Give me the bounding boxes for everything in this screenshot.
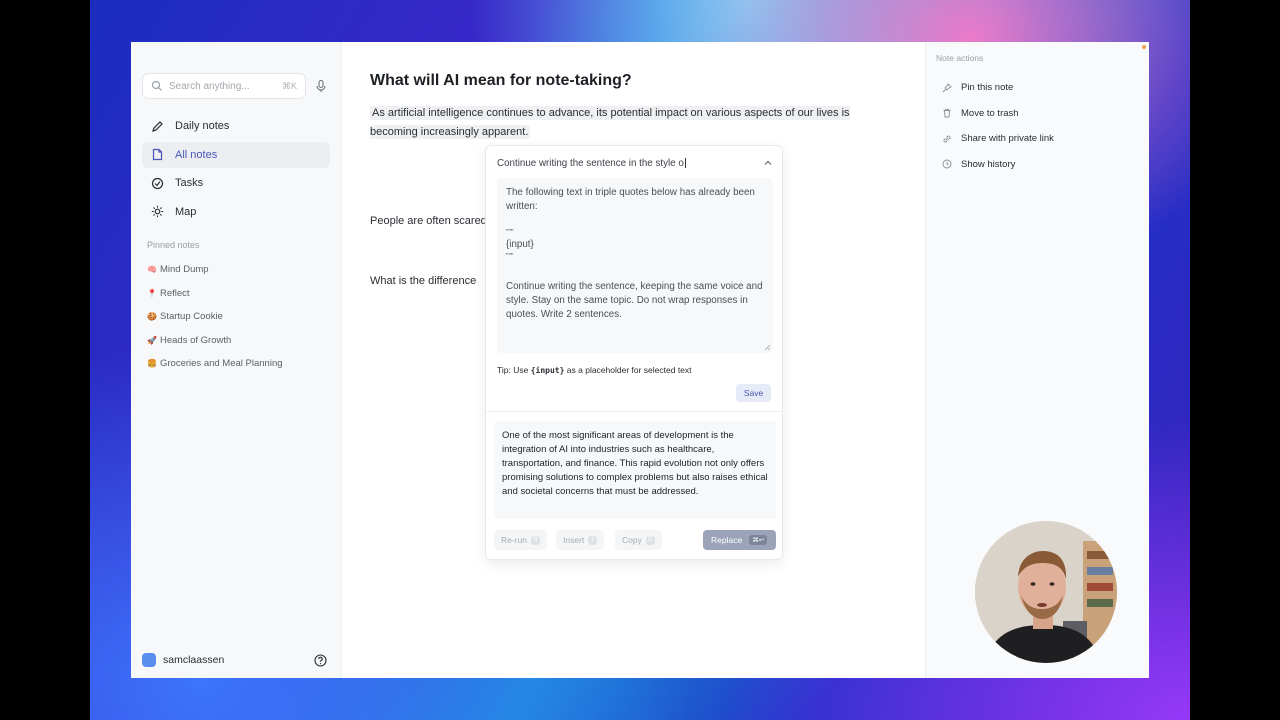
prompt-tip: Tip: Use {input} as a placeholder for se… — [497, 365, 692, 375]
tip-text: as a placeholder for selected text — [564, 365, 692, 375]
result-actions: Re-run R Insert I Copy C Replace ⌘↩ — [494, 530, 776, 550]
note-icon — [151, 148, 164, 161]
pinned-note-mind-dump[interactable]: 🧠 Mind Dump — [147, 258, 283, 282]
divider — [486, 411, 782, 412]
note-line[interactable]: People are often scared — [370, 215, 487, 227]
replace-button[interactable]: Replace ⌘↩ — [703, 530, 776, 550]
pinned-note-reflect[interactable]: 📍 Reflect — [147, 282, 283, 306]
action-label: Move to trash — [961, 107, 1019, 119]
sidebar-item-label: Map — [175, 205, 197, 218]
tip-text: Tip: Use — [497, 365, 531, 375]
action-label: Show history — [961, 158, 1016, 170]
search-icon — [151, 80, 162, 91]
pinned-note-startup-cookie[interactable]: 🍪 Startup Cookie — [147, 305, 283, 329]
copy-shortcut: C — [645, 535, 655, 545]
pencil-icon — [151, 120, 164, 133]
pin-icon — [942, 82, 952, 93]
sidebar-item-daily-notes[interactable]: Daily notes — [142, 113, 330, 139]
brain-icon: 🧠 — [147, 265, 157, 275]
prompt-input-value: Continue writing the sentence in the sty… — [497, 157, 684, 169]
rerun-button[interactable]: Re-run R — [494, 530, 547, 550]
ai-result-text: One of the most significant areas of dev… — [494, 421, 776, 519]
microphone-icon[interactable] — [314, 79, 328, 93]
pinned-note-label: Groceries and Meal Planning — [160, 358, 283, 370]
pinned-note-label: Mind Dump — [160, 264, 209, 276]
sidebar-item-tasks[interactable]: Tasks — [142, 170, 330, 196]
insert-shortcut: I — [588, 535, 598, 545]
share-link-action[interactable]: Share with private link — [942, 126, 1054, 152]
note-paragraph[interactable]: As artificial intelligence continues to … — [370, 104, 870, 141]
prompt-text: Continue writing the sentence, keeping t… — [506, 281, 763, 320]
ai-prompt-popover: Continue writing the sentence in the sty… — [485, 145, 783, 560]
prompt-quote: """ — [506, 253, 514, 260]
burger-icon: 🍔 — [147, 359, 157, 369]
replace-label: Replace — [711, 535, 743, 545]
sidebar-item-all-notes[interactable]: All notes — [142, 141, 330, 168]
action-label: Share with private link — [961, 133, 1054, 145]
pinned-note-heads-of-growth[interactable]: 🚀 Heads of Growth — [147, 329, 283, 353]
sidebar-item-label: All notes — [175, 148, 218, 161]
prompt-template-editor[interactable]: The following text in triple quotes belo… — [497, 178, 773, 353]
selected-text[interactable]: As artificial intelligence continues to … — [370, 106, 850, 139]
pinned-note-label: Reflect — [160, 287, 190, 299]
chevron-up-icon[interactable] — [763, 158, 773, 168]
sidebar-nav: Daily notes All notes Tasks Map — [142, 113, 330, 227]
rocket-icon: 🚀 — [147, 335, 157, 345]
insert-label: Insert — [563, 535, 585, 545]
replace-shortcut: ⌘↩ — [749, 535, 768, 545]
text-cursor — [684, 157, 686, 168]
sidebar: Search anything... ⌘K Daily notes All no… — [131, 42, 342, 678]
pinned-note-label: Heads of Growth — [160, 334, 232, 346]
resize-handle-icon[interactable] — [764, 344, 771, 351]
trash-icon — [942, 108, 952, 118]
prompt-input-token: {input} — [506, 239, 534, 250]
sidebar-item-label: Daily notes — [175, 120, 230, 132]
search-input[interactable]: Search anything... ⌘K — [142, 73, 306, 99]
action-label: Pin this note — [961, 82, 1014, 94]
copy-button[interactable]: Copy C — [615, 530, 662, 550]
prompt-input[interactable]: Continue writing the sentence in the sty… — [497, 156, 773, 170]
user-account[interactable]: samclaassen — [142, 653, 224, 667]
sun-icon — [151, 205, 164, 218]
webcam-overlay — [975, 521, 1117, 663]
insert-button[interactable]: Insert I — [556, 530, 605, 550]
note-editor: What will AI mean for note-taking? As ar… — [342, 42, 925, 678]
clock-icon — [942, 159, 952, 169]
prompt-text: The following text in triple quotes belo… — [506, 187, 755, 212]
rerun-shortcut: R — [530, 535, 540, 545]
pin-note-action[interactable]: Pin this note — [942, 75, 1054, 101]
status-dot — [1142, 45, 1146, 49]
show-history-action[interactable]: Show history — [942, 152, 1054, 178]
pinned-note-label: Startup Cookie — [160, 311, 223, 323]
search-shortcut: ⌘K — [281, 80, 297, 91]
note-title[interactable]: What will AI mean for note-taking? — [370, 72, 632, 90]
move-to-trash-action[interactable]: Move to trash — [942, 101, 1054, 127]
pinned-notes-title: Pinned notes — [147, 240, 200, 250]
sidebar-item-label: Tasks — [175, 177, 204, 189]
note-actions-title: Note actions — [936, 53, 984, 63]
prompt-quote: """ — [506, 229, 514, 236]
note-actions-list: Pin this note Move to trash Share with p… — [942, 75, 1054, 177]
presenter-video-icon — [975, 521, 1117, 663]
check-circle-icon — [151, 177, 164, 190]
copy-label: Copy — [622, 535, 642, 545]
rerun-label: Re-run — [501, 535, 527, 545]
tip-code: {input} — [530, 366, 565, 375]
cookie-icon: 🍪 — [147, 312, 157, 322]
search-placeholder: Search anything... — [169, 80, 250, 92]
note-line[interactable]: What is the difference — [370, 275, 476, 287]
avatar — [142, 653, 156, 667]
sidebar-item-map[interactable]: Map — [142, 199, 330, 225]
pinned-notes-list: 🧠 Mind Dump 📍 Reflect 🍪 Startup Cookie 🚀 Hea… — [147, 258, 283, 376]
save-button[interactable]: Save — [736, 384, 771, 402]
link-icon — [942, 134, 952, 144]
help-icon[interactable] — [314, 654, 327, 667]
pin-icon: 📍 — [147, 288, 157, 298]
user-name: samclaassen — [163, 654, 225, 666]
pinned-note-groceries[interactable]: 🍔 Groceries and Meal Planning — [147, 352, 283, 376]
